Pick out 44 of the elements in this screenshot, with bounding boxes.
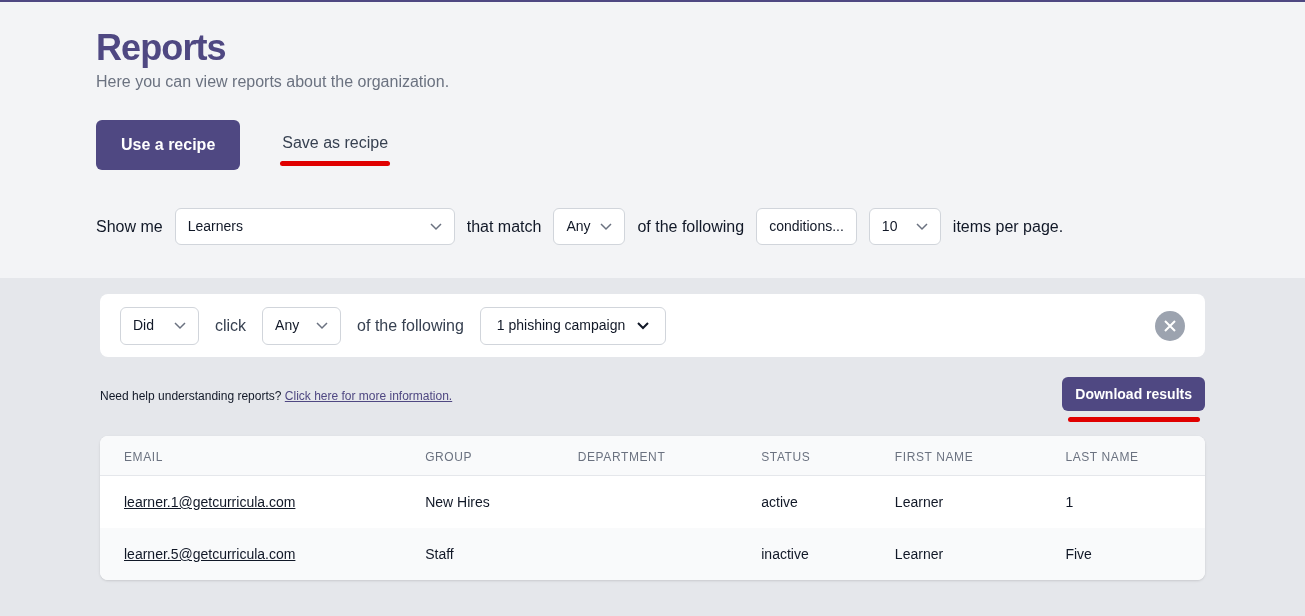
- column-header: LAST NAME: [1065, 449, 1139, 464]
- table-cell: Staff: [425, 546, 454, 562]
- query-label: of the following: [637, 216, 745, 237]
- select-field[interactable]: Any: [553, 208, 626, 245]
- chevron-down-icon: [637, 321, 650, 330]
- column-header: FIRST NAME: [894, 449, 974, 464]
- close-icon: [1164, 319, 1176, 332]
- chevron-down-icon: [429, 222, 442, 231]
- page-subtitle: Here you can view reports about the organization.: [96, 72, 451, 92]
- chevron-down-icon: [174, 321, 186, 330]
- table-cell: active: [761, 494, 798, 510]
- column-header: STATUS: [761, 449, 811, 464]
- condition-label: of the following: [357, 315, 464, 336]
- condition-label: click: [215, 315, 247, 336]
- select-field[interactable]: Learners: [174, 208, 455, 245]
- close-button[interactable]: [1155, 310, 1185, 341]
- table-cell: 1: [1065, 494, 1074, 510]
- table-cell: New Hires: [425, 494, 490, 510]
- query-label: items per page.: [952, 216, 1064, 237]
- conditions-button[interactable]: conditions...: [756, 208, 857, 245]
- query-label: Show me: [96, 216, 163, 237]
- query-label: that match: [466, 216, 542, 237]
- select-field[interactable]: 10: [868, 208, 941, 245]
- save-recipe-link[interactable]: Save as recipe: [280, 130, 391, 155]
- email-link[interactable]: learner.5@getcurricula.com: [124, 546, 296, 562]
- email-link[interactable]: learner.1@getcurricula.com: [124, 494, 296, 510]
- campaign-dropdown[interactable]: 1 phishing campaign: [479, 306, 667, 345]
- help-link[interactable]: Click here for more information.: [284, 389, 453, 403]
- table-cell: Five: [1065, 546, 1092, 562]
- column-header: GROUP: [425, 449, 473, 464]
- select-field[interactable]: Any: [262, 306, 342, 345]
- table-cell: Learner: [894, 546, 944, 562]
- use-recipe-button[interactable]: Use a recipe: [96, 120, 241, 170]
- table-cell: Learner: [894, 494, 944, 510]
- chevron-down-icon: [915, 222, 928, 231]
- column-header: EMAIL: [124, 449, 163, 464]
- column-header: DEPARTMENT: [577, 449, 666, 464]
- select-field[interactable]: Did: [120, 306, 199, 345]
- chevron-down-icon: [600, 222, 613, 231]
- table-cell: inactive: [761, 546, 809, 562]
- download-button[interactable]: Download results: [1062, 377, 1205, 411]
- page-title: Reports: [96, 28, 227, 68]
- chevron-down-icon: [316, 321, 329, 330]
- help-text: Need help understanding reports? Click here for more information.: [100, 388, 453, 405]
